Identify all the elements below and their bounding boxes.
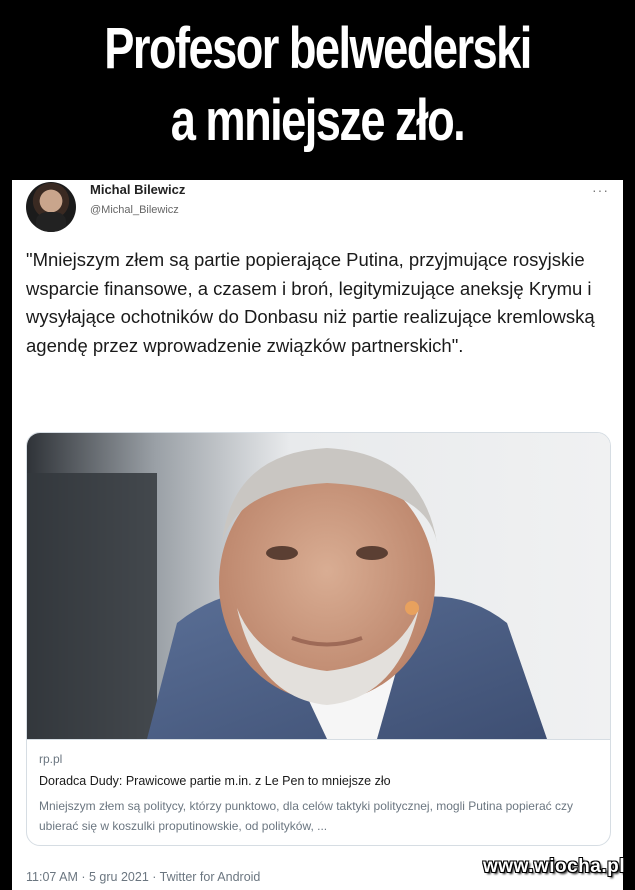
- article-photo: [27, 433, 610, 739]
- link-title[interactable]: Doradca Dudy: Prawicowe partie m.in. z L…: [39, 774, 391, 788]
- link-preview-card[interactable]: rp.pl Doradca Dudy: Prawicowe partie m.i…: [26, 432, 611, 846]
- tweet-text: "Mniejszym złem są partie popierające Pu…: [26, 249, 595, 356]
- meme-title-banner: Profesor belwederski a mniejsze zło.: [0, 0, 635, 178]
- link-domain: rp.pl: [39, 752, 63, 766]
- more-dots-icon[interactable]: ···: [592, 182, 609, 198]
- site-watermark: www.wiocha.pl: [483, 856, 625, 877]
- link-preview-meta: rp.pl Doradca Dudy: Prawicowe partie m.i…: [27, 739, 610, 845]
- avatar[interactable]: [26, 182, 76, 232]
- link-description: Mniejszym złem są politycy, którzy punkt…: [39, 799, 573, 833]
- author-handle[interactable]: @Michal_Bilewicz: [90, 204, 179, 216]
- tweet-timestamp[interactable]: 11:07 AM · 5 gru 2021 · Twitter for Andr…: [26, 870, 260, 884]
- tweet-card: Michal Bilewicz @Michal_Bilewicz ··· "Mn…: [12, 180, 623, 890]
- meme-title-line-1: Profesor belwederski: [104, 16, 532, 81]
- meme-title-line-2: a mniejsze zło.: [170, 88, 466, 153]
- author-name[interactable]: Michal Bilewicz: [90, 182, 185, 197]
